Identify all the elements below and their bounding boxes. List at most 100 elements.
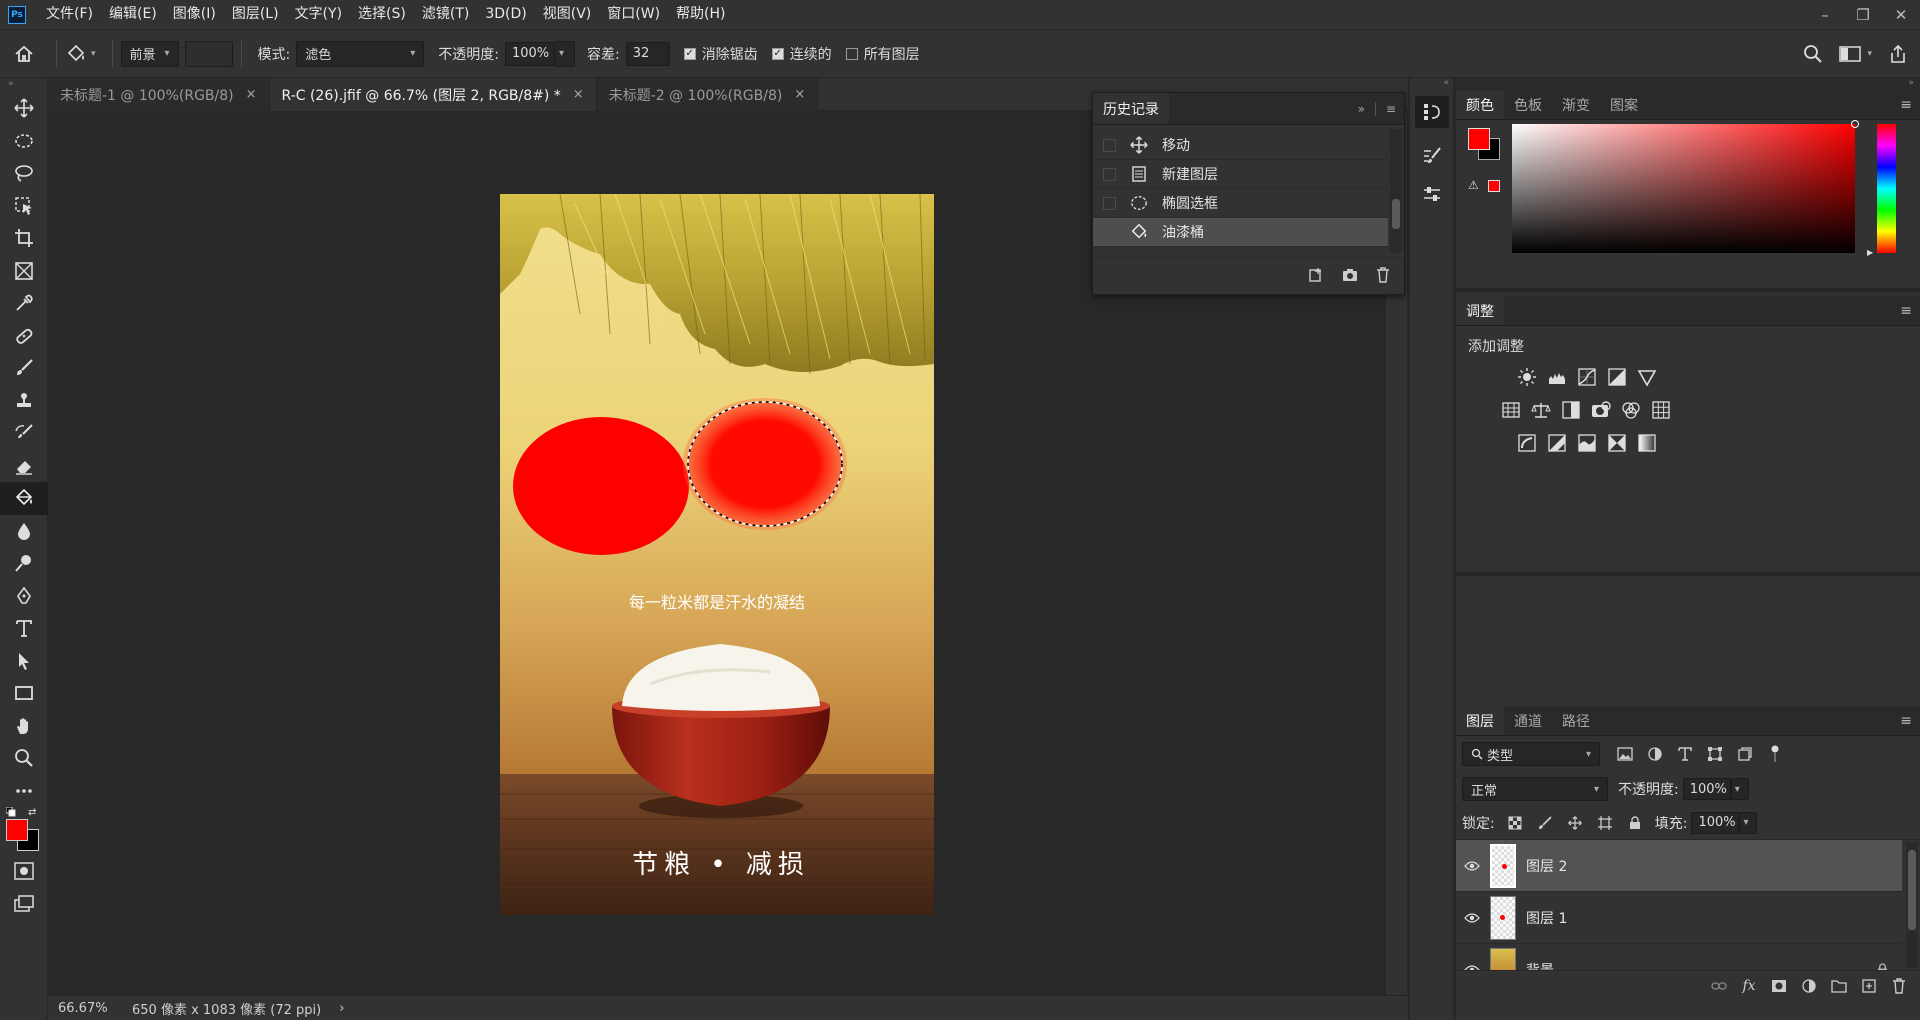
eyedropper-tool[interactable] [0, 287, 48, 320]
close-icon[interactable]: × [794, 87, 805, 102]
tolerance-input[interactable]: 32 [625, 41, 670, 66]
filter-toggle-icon[interactable] [1762, 741, 1788, 767]
rectangle-tool[interactable] [0, 677, 48, 710]
photo-filter-icon[interactable] [1590, 399, 1612, 421]
menu-filter[interactable]: 滤镜(T) [414, 0, 477, 29]
add-mask-icon[interactable] [1764, 979, 1794, 993]
eye-icon[interactable] [1456, 860, 1488, 871]
eye-icon[interactable] [1456, 964, 1488, 970]
history-item-move[interactable]: 移动 [1093, 131, 1388, 160]
move-tool[interactable] [0, 92, 48, 125]
filter-smart-object-icon[interactable] [1732, 741, 1758, 767]
paint-bucket-tool[interactable] [0, 482, 48, 515]
layers-scrollbar[interactable] [1906, 842, 1918, 968]
lock-position-icon[interactable] [1563, 810, 1587, 836]
menu-window[interactable]: 窗口(W) [599, 0, 668, 29]
properties-dock-button[interactable] [1415, 178, 1449, 210]
new-layer-icon[interactable] [1854, 978, 1884, 993]
close-button[interactable]: ✕ [1882, 0, 1920, 29]
brush-tool[interactable] [0, 352, 48, 385]
layer-thumbnail[interactable] [1490, 843, 1516, 888]
panel-menu-icon[interactable]: ≡ [1900, 296, 1912, 325]
hue-slider[interactable] [1877, 124, 1896, 253]
threshold-icon[interactable] [1576, 432, 1598, 454]
eraser-tool[interactable] [0, 450, 48, 483]
layer-opacity-slider-toggle[interactable]: ▾ [1730, 778, 1749, 800]
tab-paths[interactable]: 路径 [1552, 706, 1600, 735]
history-snapshot-checkbox[interactable] [1103, 225, 1116, 239]
history-snapshot-checkbox[interactable] [1103, 196, 1116, 210]
gamut-swatch[interactable] [1488, 180, 1500, 192]
tab-adjustments[interactable]: 调整 [1456, 296, 1504, 325]
eye-icon[interactable] [1456, 912, 1488, 923]
opacity-slider-toggle[interactable]: ▾ [554, 40, 575, 67]
history-item-ellipse-marquee[interactable]: 椭圆选框 [1093, 189, 1388, 218]
close-icon[interactable]: × [246, 87, 257, 102]
layer-row-layer2[interactable]: 图层 2 [1456, 840, 1902, 892]
black-white-icon[interactable] [1560, 399, 1582, 421]
tab-swatches[interactable]: 色板 [1504, 90, 1552, 119]
marquee-tool[interactable] [0, 125, 48, 158]
menu-help[interactable]: 帮助(H) [668, 0, 733, 29]
restore-button[interactable]: ❐ [1844, 0, 1882, 29]
lasso-tool[interactable] [0, 157, 48, 190]
minimize-button[interactable]: – [1806, 0, 1844, 29]
panel-menu-icon[interactable]: ≡ [1900, 706, 1912, 735]
tab-history[interactable]: 历史记录 [1093, 93, 1169, 124]
collapse-arrows-icon[interactable]: » [0, 78, 47, 92]
swap-colors-icon[interactable]: ⇄ [28, 807, 36, 818]
all-layers-checkbox[interactable] [845, 47, 858, 60]
menu-edit[interactable]: 编辑(E) [101, 0, 165, 29]
fill-input[interactable]: 100% [1691, 811, 1740, 834]
quick-mask-button[interactable] [0, 855, 48, 888]
history-dock-button[interactable] [1414, 96, 1449, 128]
history-scrollbar[interactable] [1390, 129, 1402, 253]
tool-preset-picker[interactable]: ▾ [65, 43, 96, 65]
panel-menu-icon[interactable]: ≡ [1386, 102, 1396, 116]
search-icon[interactable] [1803, 44, 1823, 64]
object-select-tool[interactable] [0, 190, 48, 223]
tab-patterns[interactable]: 图案 [1600, 90, 1648, 119]
collapse-panel-icon[interactable]: » [1358, 102, 1365, 116]
foreground-color-swatch[interactable] [6, 819, 28, 841]
workspace-icon[interactable]: ▾ [1839, 45, 1872, 63]
contiguous-checkbox[interactable]: ✓ [771, 47, 784, 60]
layer-name[interactable]: 图层 2 [1526, 856, 1567, 876]
trash-icon[interactable] [1376, 266, 1390, 283]
posterize-icon[interactable] [1546, 432, 1568, 454]
history-snapshot-checkbox[interactable] [1103, 167, 1116, 181]
history-item-paint-bucket[interactable]: 油漆桶 [1093, 218, 1388, 247]
filter-pixel-icon[interactable] [1612, 741, 1638, 767]
layer-filter-select[interactable]: 类型 ▾ [1462, 742, 1600, 766]
share-icon[interactable] [1888, 44, 1908, 64]
new-adjustment-layer-icon[interactable] [1794, 978, 1824, 994]
link-layers-icon[interactable] [1704, 981, 1734, 991]
frame-tool[interactable] [0, 255, 48, 288]
brightness-contrast-icon[interactable] [1516, 366, 1538, 388]
color-balance-icon[interactable] [1530, 399, 1552, 421]
camera-icon[interactable] [1342, 268, 1358, 282]
blend-mode-select[interactable]: 正常 ▾ [1462, 777, 1608, 801]
healing-brush-tool[interactable] [0, 320, 48, 353]
menu-image[interactable]: 图像(I) [165, 0, 224, 29]
scroll-thumb[interactable] [1392, 199, 1400, 229]
gamut-warning-icon[interactable]: ⚠ [1468, 178, 1479, 192]
fill-slider-toggle[interactable]: ▾ [1739, 811, 1758, 834]
mode-select[interactable]: 滤色 ▾ [296, 40, 425, 67]
layer-opacity-input[interactable]: 100% [1682, 778, 1731, 800]
tab-channels[interactable]: 通道 [1504, 706, 1552, 735]
fill-source-select[interactable]: 前景 ▾ [120, 40, 179, 67]
hue-slider-handle[interactable]: ▶ [1867, 248, 1873, 257]
exposure-icon[interactable] [1606, 366, 1628, 388]
panel-menu-icon[interactable]: ≡ [1900, 90, 1912, 119]
history-item-new-layer[interactable]: 新建图层 [1093, 160, 1388, 189]
menu-file[interactable]: 文件(F) [38, 0, 101, 29]
fx-icon[interactable]: fx [1734, 978, 1764, 994]
home-icon[interactable] [0, 44, 48, 64]
color-lookup-icon[interactable] [1650, 399, 1672, 421]
menu-select[interactable]: 选择(S) [350, 0, 414, 29]
type-tool[interactable] [0, 612, 48, 645]
close-icon[interactable]: × [573, 87, 584, 102]
tab-gradients[interactable]: 渐变 [1552, 90, 1600, 119]
opacity-input[interactable]: 100% [504, 41, 555, 66]
